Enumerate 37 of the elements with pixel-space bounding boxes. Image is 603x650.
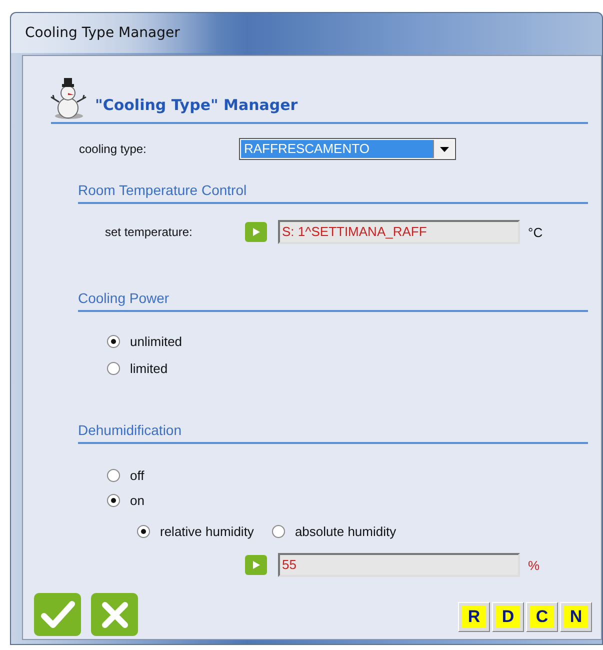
section-title: Room Temperature Control — [78, 182, 248, 198]
snowman-icon — [49, 78, 89, 122]
radio-button[interactable] — [272, 525, 285, 538]
radio-label: limited — [130, 361, 168, 376]
radio-label: relative humidity — [160, 524, 254, 539]
play-button[interactable] — [245, 555, 267, 575]
cancel-button[interactable] — [91, 593, 138, 636]
field-label: cooling type: — [79, 142, 148, 156]
radio-button[interactable] — [107, 362, 120, 375]
temperature-field[interactable]: S: 1^SETTIMANA_RAFF — [278, 220, 520, 244]
radio-button[interactable] — [107, 469, 120, 482]
radio-label: off — [130, 468, 144, 483]
letter-button[interactable]: N — [560, 602, 592, 632]
radio-button[interactable] — [137, 525, 150, 538]
unit-label: °C — [528, 224, 543, 240]
radio-label: unlimited — [130, 334, 182, 349]
radio-button[interactable] — [107, 335, 120, 348]
radio-label: absolute humidity — [294, 524, 396, 539]
radio-button[interactable] — [107, 494, 120, 507]
dialog-heading: "Cooling Type" Manager — [95, 96, 298, 116]
section-title: Dehumidification — [78, 422, 182, 438]
checkmark-icon — [40, 600, 74, 630]
close-icon — [100, 600, 128, 628]
play-button[interactable] — [245, 222, 267, 242]
ok-button[interactable] — [34, 593, 81, 636]
play-icon — [251, 227, 261, 237]
field-label: set temperature: — [105, 225, 194, 239]
humidity-field[interactable]: 55 — [278, 553, 520, 577]
letter-button[interactable]: D — [492, 602, 524, 632]
letter-button[interactable]: R — [458, 602, 490, 632]
window-title: Cooling Type Manager — [25, 25, 180, 41]
letter-button[interactable]: C — [526, 602, 558, 632]
dropdown-arrow-icon — [440, 146, 448, 152]
radio-label: on — [130, 493, 144, 508]
section-title: Cooling Power — [78, 290, 170, 306]
play-icon — [251, 560, 261, 570]
unit-label: % — [528, 558, 540, 572]
